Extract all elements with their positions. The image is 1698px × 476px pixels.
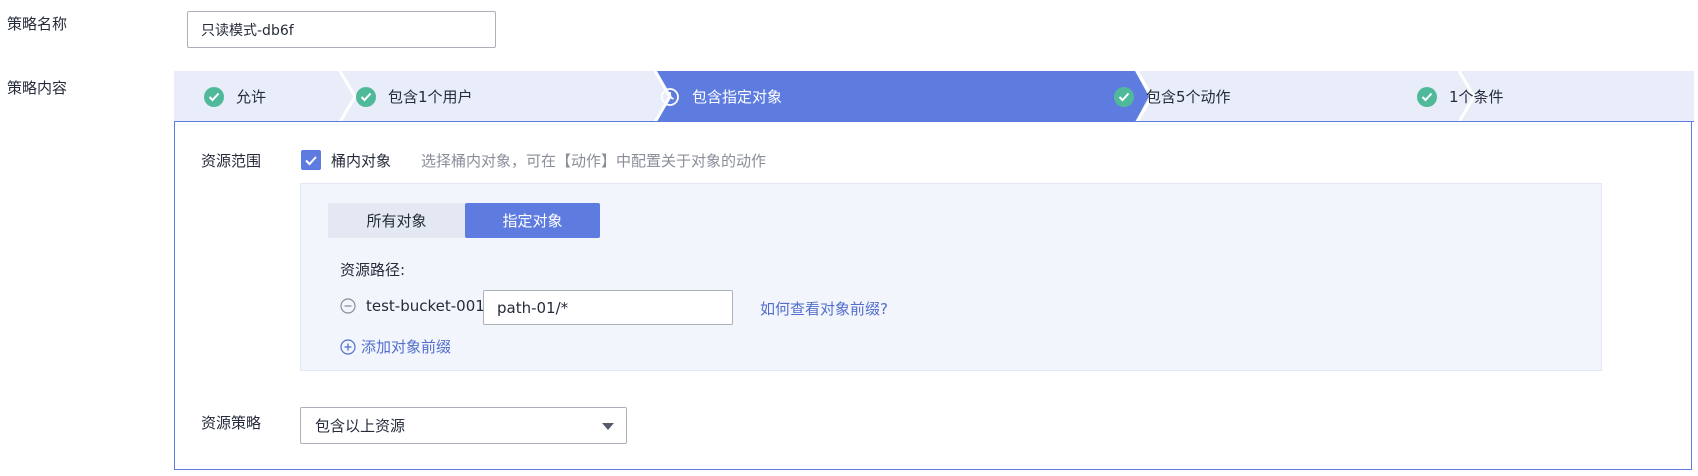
clock-icon xyxy=(660,87,680,107)
tab-specified-objects[interactable]: 指定对象 xyxy=(465,203,600,238)
bucket-objects-label[interactable]: 桶内对象 xyxy=(331,150,391,171)
step-label: 包含5个动作 xyxy=(1146,88,1231,106)
tab-all-objects[interactable]: 所有对象 xyxy=(328,203,465,238)
step-conditions[interactable]: 1个条件 xyxy=(1417,71,1504,122)
add-prefix-label: 添加对象前缀 xyxy=(361,338,452,356)
add-circle-icon xyxy=(340,338,356,355)
step-specified-objects[interactable]: 包含指定对象 xyxy=(660,71,782,122)
step-label: 1个条件 xyxy=(1449,88,1504,106)
policy-name-input[interactable]: 只读模式-db6f xyxy=(187,11,496,48)
check-circle-icon xyxy=(1417,86,1437,107)
resource-policy-value: 包含以上资源 xyxy=(315,417,406,435)
object-prefix-input[interactable]: path-01/* xyxy=(483,290,733,325)
chevron-down-icon xyxy=(602,423,614,430)
resource-policy-select[interactable]: 包含以上资源 xyxy=(300,407,627,444)
check-circle-icon xyxy=(1114,86,1134,107)
policy-steps-bar: 允许 包含1个用户 包含指定对象 包含5个动作 1个条件 xyxy=(174,71,1694,122)
bucket-name: test-bucket-001 xyxy=(366,297,485,315)
policy-name-label: 策略名称 xyxy=(7,15,68,33)
resource-path-label: 资源路径: xyxy=(340,261,406,279)
step-actions[interactable]: 包含5个动作 xyxy=(1114,71,1231,122)
step-allow[interactable]: 允许 xyxy=(204,71,266,122)
step-users[interactable]: 包含1个用户 xyxy=(356,71,473,122)
step-label: 允许 xyxy=(236,88,267,106)
bucket-objects-checkbox[interactable] xyxy=(301,150,321,170)
resource-scope-label: 资源范围 xyxy=(201,152,262,170)
policy-content-label: 策略内容 xyxy=(7,79,68,97)
step-label: 包含1个用户 xyxy=(388,88,473,106)
object-prefix-value: path-01/* xyxy=(497,298,569,317)
checkmark-icon xyxy=(305,155,317,165)
check-circle-icon xyxy=(204,86,224,107)
resource-policy-label: 资源策略 xyxy=(201,414,262,432)
bucket-objects-hint: 选择桶内对象，可在【动作】中配置关于对象的动作 xyxy=(421,152,767,170)
add-prefix-button[interactable]: 添加对象前缀 xyxy=(340,336,451,357)
remove-circle-icon[interactable] xyxy=(340,298,356,314)
policy-name-value: 只读模式-db6f xyxy=(201,22,294,39)
step-label: 包含指定对象 xyxy=(692,88,783,106)
how-to-view-prefix-link[interactable]: 如何查看对象前缀? xyxy=(760,298,888,319)
check-circle-icon xyxy=(356,86,376,107)
